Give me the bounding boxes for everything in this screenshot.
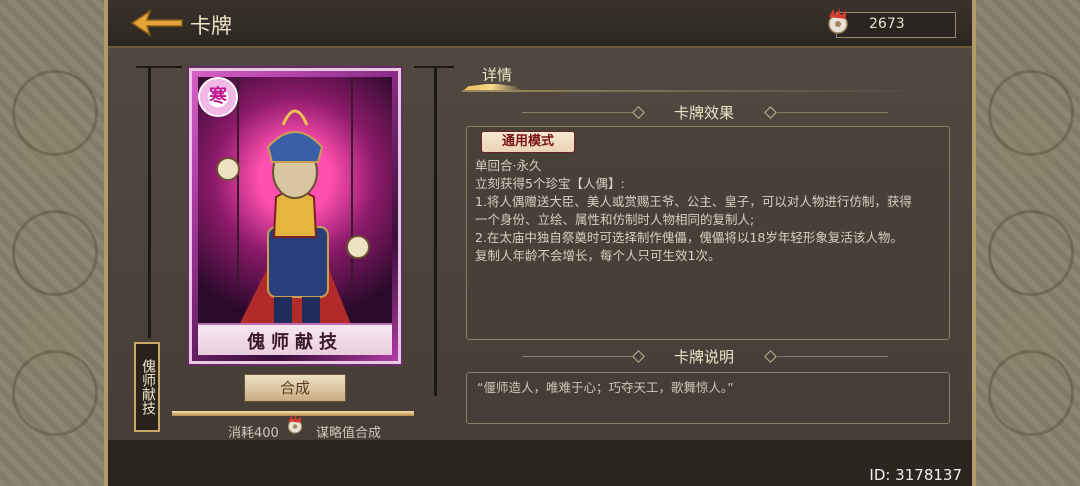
page-title: 卡牌 [190,14,232,38]
effect-box: 通用模式 单回合·永久立刻获得5个珍宝【人偶】: 1.将人偶赠送大臣、美人或赏赐王… [466,126,950,340]
description-text: “偃师造人，唯难于心；巧夺天工，歌舞惊人。” [477,380,734,395]
card-name-plate: 傀师献技 [198,323,392,355]
footer-bar: ID: 3178137 [108,440,972,486]
card-rarity-badge: 寒 [198,77,238,117]
cost-note: 谋略值合成 [316,426,382,441]
tab-details[interactable]: 详情 [462,64,532,92]
card-vertical-label: 傀师献技 [134,342,160,432]
swirl-ornament [12,350,98,436]
synthesize-button[interactable]: 合成 [244,374,346,402]
back-button[interactable] [130,8,184,38]
currency-display: 2673 [828,8,956,38]
effect-line: 立刻获得5个珍宝【人偶】: [475,176,625,191]
rail-decor [148,66,151,338]
left-decor-panel [0,0,108,486]
content-area: 寒 傀师献技 傀师献技 合成 消耗400 谋略值合成 详情 卡牌效果 通用模式 … [108,48,972,441]
description-section-header: 卡牌说明 [514,346,894,366]
mode-tag: 通用模式 [481,131,575,153]
cost-label: 消耗400 [228,426,279,441]
tab-details-label: 详情 [482,66,513,84]
feather-coin-icon [828,8,848,34]
main-frame: 卡牌 2673 寒 傀师献技 傀师献技 合成 消耗400 谋略值合成 详情 卡牌… [108,0,972,486]
effect-line: 复制人年龄不会增长，每个人只可生效1次。 [475,248,721,263]
effect-section-header: 卡牌效果 [514,102,894,122]
swirl-ornament [12,70,98,156]
tab-rail [462,90,932,92]
effect-line: 2.在太庙中独自祭奠时可选择制作傀儡，傀儡将以18岁年轻形象复活该人物。 [475,230,903,245]
swirl-ornament [988,350,1074,436]
description-box: “偃师造人，唯难于心；巧夺天工，歌舞惊人。” [466,372,950,424]
swirl-ornament [988,70,1074,156]
swirl-ornament [988,210,1074,296]
divider [778,356,888,357]
effect-line: 一个身份、立绘、属性和仿制时人物相同的复制人; [475,212,755,227]
divider [778,112,888,113]
swirl-ornament [12,210,98,296]
effect-line: 1.将人偶赠送大臣、美人或赏赐王爷、公主、皇子，可以对人物进行仿制，获得 [475,194,912,209]
feather-coin-icon [287,414,303,434]
right-decor-panel [972,0,1080,486]
header-bar: 卡牌 2673 [108,0,972,48]
card-name: 傀师献技 [247,332,343,353]
player-id: ID: 3178137 [869,466,962,484]
rail-decor [434,66,437,396]
effect-text: 单回合·永久立刻获得5个珍宝【人偶】: 1.将人偶赠送大臣、美人或赏赐王爷、公主、… [475,157,935,265]
currency-value: 2673 [869,16,905,32]
back-arrow-icon [130,9,183,37]
effect-line: 单回合·永久 [475,158,542,173]
card-portrait[interactable]: 寒 傀师献技 [189,68,401,364]
rail-decor [136,66,182,68]
